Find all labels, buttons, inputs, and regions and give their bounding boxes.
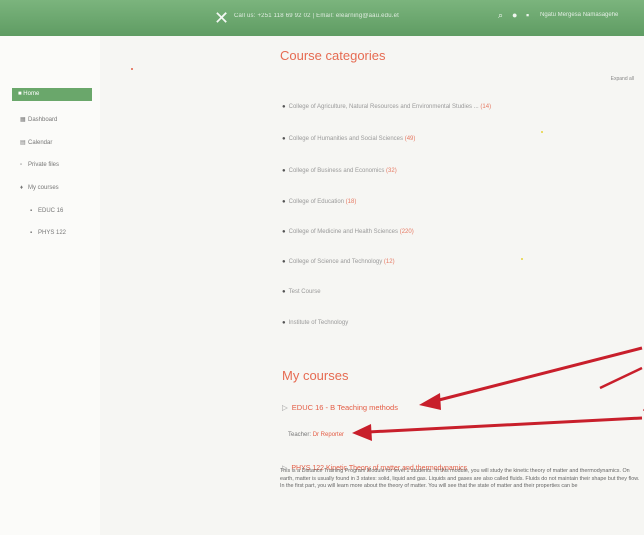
arrowhead-icon	[419, 393, 441, 410]
arrowhead-icon	[352, 424, 372, 441]
arrow-to-teacher	[367, 416, 643, 434]
arrow-to-course	[434, 346, 643, 403]
stray-dot	[521, 258, 523, 260]
stray-dot	[541, 131, 543, 133]
annotation-arrows-overlay	[352, 346, 643, 441]
stray-dot	[131, 68, 133, 70]
